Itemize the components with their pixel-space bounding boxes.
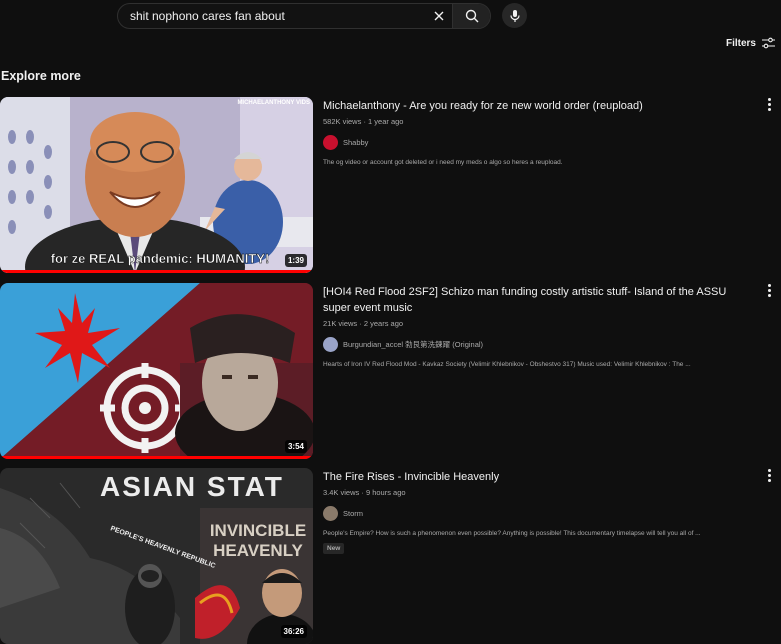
video-meta: 3.4K views · 9 hours ago <box>323 488 406 497</box>
filters-label: Filters <box>725 37 756 49</box>
more-vert-icon <box>767 97 771 101</box>
video-result: 3:54 [HOI4 Red Flood 2SF2] Schizo man fu… <box>0 283 781 459</box>
search-button[interactable] <box>452 4 490 28</box>
thumbnail-subtitle-2: HEAVENLY <box>213 541 303 560</box>
video-result: ASIAN STAT INVINCIBLE HEAVENLY PEOPLE'S … <box>0 468 781 644</box>
more-vert-icon <box>767 468 771 472</box>
upload-age: 1 year ago <box>368 117 404 126</box>
more-actions-button[interactable] <box>763 468 775 482</box>
channel-link[interactable]: Burgundian_accel 勃艮第洗鍊躍 (Original) <box>323 337 753 352</box>
view-count: 21K views <box>323 319 358 328</box>
thumbnail-subtitle-1: INVINCIBLE <box>210 521 306 540</box>
close-icon <box>434 11 444 21</box>
view-count: 582K views <box>323 117 362 126</box>
search-input[interactable] <box>118 4 426 28</box>
video-info: [HOI4 Red Flood 2SF2] Schizo man funding… <box>323 284 753 368</box>
video-info: Michaelanthony - Are you ready for ze ne… <box>323 98 753 166</box>
filters-button[interactable]: Filters <box>726 37 775 49</box>
upload-age: 2 years ago <box>363 319 404 328</box>
video-duration: 36:26 <box>280 625 307 638</box>
search-icon <box>465 9 478 23</box>
video-description: Hearts of Iron IV Red Flood Mod - Kavkaz… <box>323 361 691 368</box>
thumbnail-watermark: MICHAELANTHONY VIDS <box>237 100 310 106</box>
video-thumbnail[interactable]: 3:54 <box>0 283 313 459</box>
watch-progress-bar <box>0 270 313 273</box>
search-box <box>117 3 491 29</box>
upload-age: 9 hours ago <box>365 488 406 497</box>
video-thumbnail[interactable]: for ze REAL pandemic: HUMANITY! MICHAELA… <box>0 97 313 273</box>
video-duration: 3:54 <box>284 440 307 453</box>
video-duration: 1:39 <box>284 254 307 267</box>
channel-link[interactable]: Shabby <box>323 135 753 150</box>
video-meta: 21K views · 2 years ago <box>323 319 404 328</box>
thumbnail-image: ASIAN STAT INVINCIBLE HEAVENLY PEOPLE'S … <box>0 468 313 644</box>
video-meta: 582K views · 1 year ago <box>323 117 404 126</box>
view-count: 3.4K views <box>323 488 360 497</box>
video-info: The Fire Rises - Invincible Heavenly 3.4… <box>323 469 753 555</box>
video-description: People's Empire? How is such a phenomeno… <box>323 530 701 537</box>
video-title[interactable]: [HOI4 Red Flood 2SF2] Schizo man funding… <box>323 284 753 316</box>
voice-search-button[interactable] <box>502 3 527 28</box>
channel-avatar <box>323 506 338 521</box>
more-actions-button[interactable] <box>763 283 775 297</box>
more-actions-button[interactable] <box>763 97 775 111</box>
channel-avatar <box>323 337 338 352</box>
section-title: Explore more <box>1 69 81 83</box>
clear-search-button[interactable] <box>426 4 452 28</box>
new-badge: New <box>323 543 345 554</box>
video-thumbnail[interactable]: ASIAN STAT INVINCIBLE HEAVENLY PEOPLE'S … <box>0 468 313 644</box>
thumbnail-headline: ASIAN STAT <box>100 471 284 502</box>
thumbnail-caption: for ze REAL pandemic: HUMANITY! <box>51 251 270 266</box>
channel-name: Burgundian_accel 勃艮第洗鍊躍 (Original) <box>343 340 484 349</box>
video-title[interactable]: The Fire Rises - Invincible Heavenly <box>323 469 753 485</box>
channel-name: Storm <box>343 509 364 518</box>
video-title[interactable]: Michaelanthony - Are you ready for ze ne… <box>323 98 753 114</box>
thumbnail-image <box>0 283 313 459</box>
watch-progress-bar <box>0 456 313 459</box>
sliders-icon <box>762 37 775 49</box>
channel-avatar <box>323 135 338 150</box>
video-description: The og video or account got deleted or i… <box>323 159 563 166</box>
microphone-icon <box>509 9 520 22</box>
thumbnail-image: for ze REAL pandemic: HUMANITY! MICHAELA… <box>0 97 313 273</box>
channel-name: Shabby <box>343 138 369 147</box>
more-vert-icon <box>767 283 771 287</box>
video-result: for ze REAL pandemic: HUMANITY! MICHAELA… <box>0 97 781 273</box>
channel-link[interactable]: Storm <box>323 506 753 521</box>
